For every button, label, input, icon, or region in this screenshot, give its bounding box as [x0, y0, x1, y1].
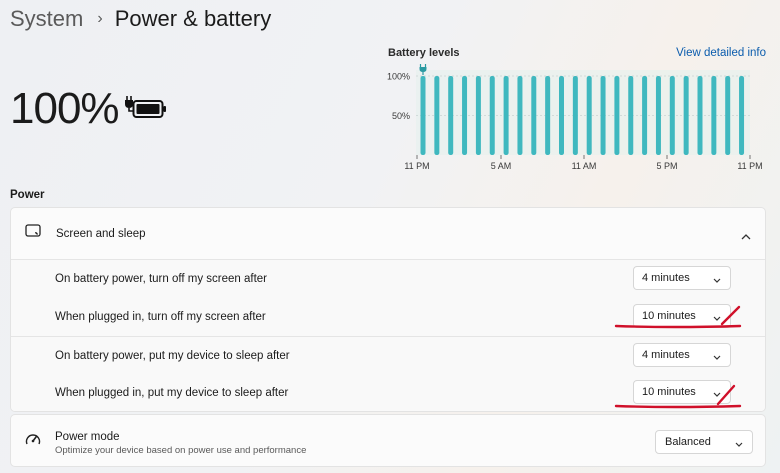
battery-bar — [725, 76, 731, 155]
y-tick-label: 100% — [387, 72, 410, 82]
setting-row-plugged-sleep: When plugged in, put my device to sleep … — [11, 374, 765, 411]
dropdown-value: Balanced — [665, 436, 711, 448]
battery-sleep-dropdown[interactable]: 4 minutes — [633, 343, 731, 367]
setting-row-battery-screen: On battery power, turn off my screen aft… — [11, 260, 765, 298]
dropdown-value: 4 minutes — [642, 349, 690, 361]
setting-row-plugged-screen: When plugged in, turn off my screen afte… — [11, 298, 765, 336]
setting-label: On battery power, turn off my screen aft… — [55, 273, 267, 285]
plugged-sleep-dropdown[interactable]: 10 minutes — [633, 380, 731, 404]
battery-bar — [739, 76, 745, 155]
battery-screen-off-dropdown[interactable]: 4 minutes — [633, 266, 731, 290]
chevron-down-icon — [713, 352, 721, 364]
setting-label: When plugged in, turn off my screen afte… — [55, 311, 266, 323]
screen-sleep-icon — [25, 224, 41, 243]
dropdown-value: 4 minutes — [642, 272, 690, 284]
battery-bar — [475, 76, 481, 155]
dropdown-value: 10 minutes — [642, 386, 696, 398]
battery-bar — [517, 76, 523, 155]
chevron-up-icon[interactable] — [741, 227, 751, 245]
battery-bar — [628, 76, 634, 155]
battery-bar — [697, 76, 703, 155]
battery-bar — [683, 76, 689, 155]
battery-bar — [462, 76, 468, 155]
x-tick-label: 11 PM — [404, 161, 429, 171]
power-mode-title: Power mode — [55, 431, 120, 443]
power-mode-dropdown[interactable]: Balanced — [655, 430, 753, 454]
chevron-down-icon — [735, 439, 743, 451]
battery-bar — [559, 76, 564, 155]
breadcrumb-system-link[interactable]: System — [10, 6, 83, 32]
battery-bar — [545, 76, 551, 155]
power-mode-gauge-icon — [25, 432, 41, 451]
battery-bar — [614, 76, 620, 155]
battery-chart-svg: 100% 50% 11 PM 5 AM 11 AM 5 PM 11 PM — [387, 64, 763, 171]
battery-bar — [655, 76, 661, 155]
dropdown-value: 10 minutes — [642, 310, 696, 322]
page-title: Power & battery — [114, 6, 272, 31]
chevron-down-icon — [713, 275, 721, 287]
battery-bar — [669, 76, 675, 155]
power-mode-subtitle: Optimize your device based on power use … — [55, 445, 307, 456]
battery-bar — [434, 76, 440, 155]
x-tick-label: 11 AM — [572, 161, 597, 171]
screen-and-sleep-panel: Screen and sleep On battery power, turn … — [10, 207, 766, 412]
battery-bar — [600, 76, 606, 155]
battery-percentage: 100% — [10, 84, 120, 133]
power-mode-card: Power mode Optimize your device based on… — [10, 414, 766, 467]
power-section-label: Power — [10, 189, 45, 201]
battery-bar — [420, 76, 426, 155]
screen-and-sleep-title: Screen and sleep — [56, 227, 146, 240]
chevron-down-icon — [713, 313, 721, 325]
battery-bar — [489, 76, 495, 155]
screen-and-sleep-header[interactable]: Screen and sleep — [11, 208, 765, 260]
battery-bar — [642, 76, 648, 155]
x-tick-label: 11 PM — [737, 161, 762, 171]
setting-label: On battery power, put my device to sleep… — [55, 349, 290, 362]
battery-charging-icon — [124, 95, 168, 126]
battery-levels-chart: Battery levels View detailed info 100% 50… — [384, 44, 776, 176]
battery-bar — [572, 76, 578, 155]
breadcrumb-separator: › — [97, 10, 103, 27]
battery-bar — [711, 76, 717, 155]
battery-bar — [531, 76, 537, 155]
y-tick-label: 50% — [392, 111, 410, 121]
setting-row-battery-sleep: On battery power, put my device to sleep… — [11, 336, 765, 374]
x-tick-label: 5 AM — [491, 161, 512, 171]
plugged-screen-off-dropdown[interactable]: 10 minutes — [633, 304, 731, 328]
breadcrumb: System › Power & battery — [10, 6, 271, 32]
battery-bar — [448, 76, 454, 155]
chevron-down-icon — [713, 389, 721, 401]
battery-bar — [586, 76, 592, 155]
setting-label: When plugged in, put my device to sleep … — [55, 387, 289, 399]
battery-bar — [503, 76, 509, 155]
x-tick-label: 5 PM — [656, 161, 677, 171]
